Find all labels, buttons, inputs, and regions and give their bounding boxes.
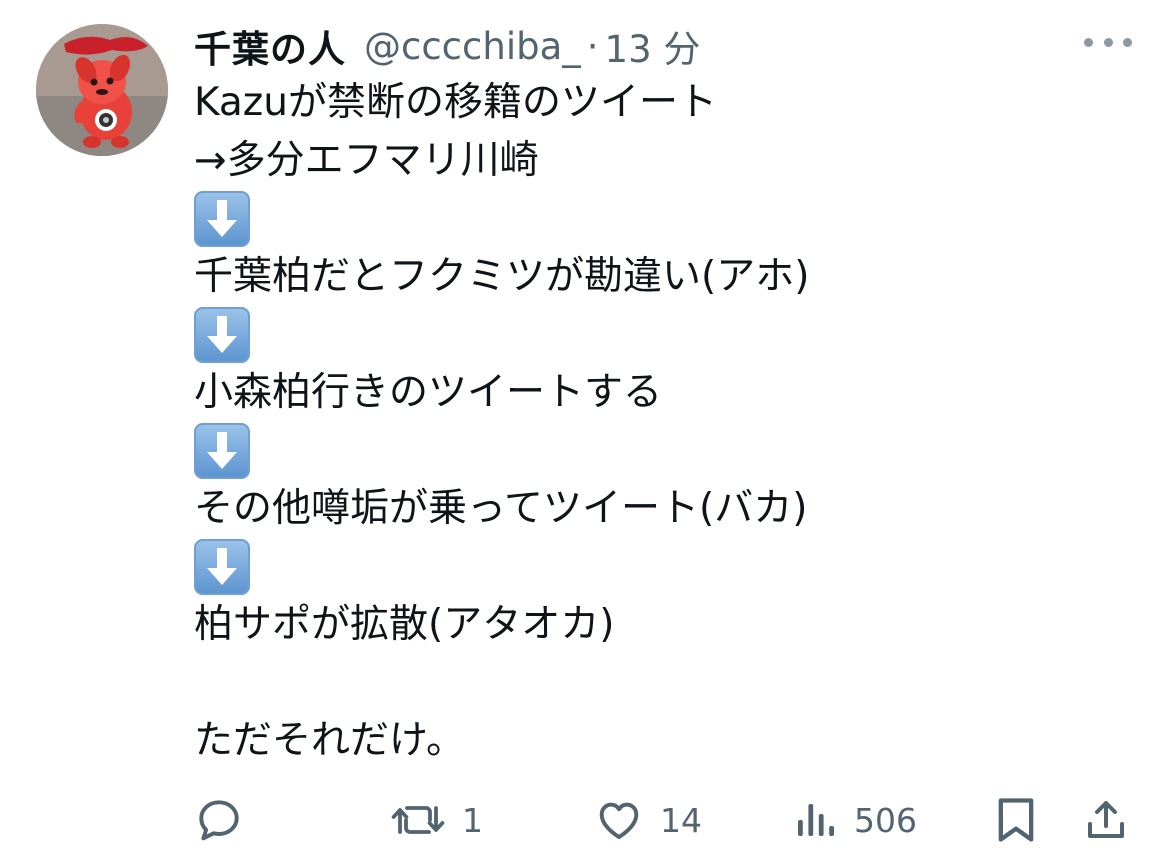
tweet[interactable]: 千葉の人 @cccchiba_ · 13 分 Kazuが禁断の移籍のツイート →…	[0, 0, 1170, 864]
tweet-line: ただそれだけ。	[194, 718, 466, 763]
tweet-line	[194, 538, 1134, 596]
down-arrow-emoji-icon	[194, 307, 250, 363]
tweet-line: 小森柏行きのツイートする	[194, 370, 663, 415]
tweet-line: →多分エフマリ川崎	[194, 138, 539, 183]
tweet-line: Kazuが禁断の移籍のツイート	[194, 80, 717, 125]
more-dot-icon	[1123, 37, 1132, 47]
down-arrow-emoji-icon	[194, 191, 250, 247]
separator-dot: ·	[586, 24, 599, 68]
views-count: 506	[854, 800, 917, 840]
action-bar: 1 14 506	[194, 792, 1134, 848]
tweet-text: Kazuが禁断の移籍のツイート →多分エフマリ川崎 千葉柏だとフクミツが勘違い(…	[194, 74, 1134, 770]
tweet-header: 千葉の人 @cccchiba_ · 13 分	[194, 18, 700, 74]
display-name[interactable]: 千葉の人	[194, 19, 346, 73]
tweet-line: 千葉柏だとフクミツが勘違い(アホ)	[194, 254, 810, 299]
bookmark-icon	[998, 798, 1034, 842]
share-icon	[1088, 801, 1124, 838]
retweet-button[interactable]: 1	[390, 792, 483, 848]
views-icon	[798, 804, 834, 836]
bookmark-button[interactable]	[994, 792, 1054, 848]
retweet-icon	[391, 806, 445, 834]
more-dot-icon	[1084, 37, 1093, 47]
more-dot-icon	[1103, 37, 1113, 47]
tweet-line: その他噂垢が乗ってツイート(バカ)	[194, 486, 808, 531]
avatar[interactable]	[36, 24, 168, 156]
share-button[interactable]	[1082, 792, 1146, 848]
down-arrow-emoji-icon	[194, 423, 250, 479]
tweet-line: 柏サポが拡散(アタオカ)	[194, 602, 615, 647]
more-options-button[interactable]	[1084, 30, 1132, 54]
tweet-line	[194, 422, 1134, 480]
timestamp[interactable]: 13 分	[605, 19, 701, 73]
like-button[interactable]: 14	[594, 792, 702, 848]
down-arrow-emoji-icon	[194, 539, 250, 595]
reply-icon	[199, 800, 239, 841]
views-button[interactable]: 506	[794, 792, 917, 848]
like-count: 14	[660, 800, 702, 840]
user-handle[interactable]: @cccchiba_	[364, 25, 581, 68]
tweet-line	[194, 306, 1134, 364]
heart-icon	[599, 802, 639, 840]
reply-button[interactable]	[194, 792, 260, 848]
retweet-count: 1	[462, 800, 483, 840]
avatar-image	[36, 24, 168, 156]
tweet-line	[194, 190, 1134, 248]
